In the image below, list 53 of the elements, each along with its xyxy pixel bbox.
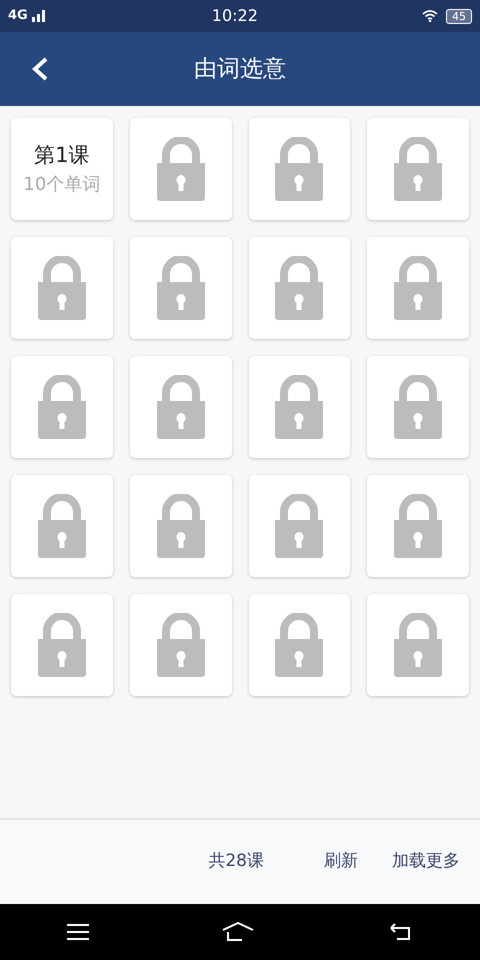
signal-icon	[32, 10, 48, 22]
padlock-icon	[392, 137, 444, 201]
locked-tile[interactable]	[248, 356, 350, 458]
locked-tile[interactable]	[248, 237, 350, 339]
locked-tile[interactable]	[248, 594, 350, 696]
locked-tile[interactable]	[130, 475, 232, 577]
padlock-icon	[36, 613, 88, 677]
padlock-icon	[392, 494, 444, 558]
locked-tile[interactable]	[367, 237, 469, 339]
locked-tile[interactable]	[130, 594, 232, 696]
refresh-button[interactable]: 刷新	[324, 849, 358, 875]
padlock-icon	[273, 256, 326, 320]
padlock-icon	[154, 494, 207, 558]
padlock-icon	[154, 375, 207, 439]
locked-tile[interactable]	[248, 118, 350, 220]
home-icon[interactable]	[222, 922, 254, 942]
locked-tile[interactable]	[11, 237, 113, 339]
wifi-icon	[422, 10, 438, 22]
locked-tile[interactable]	[367, 118, 469, 220]
padlock-icon	[36, 494, 88, 558]
network-label: 4G	[8, 7, 28, 26]
word-count: 10个单词	[23, 173, 100, 198]
locked-tile[interactable]	[130, 356, 232, 458]
padlock-icon	[392, 375, 444, 439]
locked-tile[interactable]	[11, 594, 113, 696]
padlock-icon	[273, 613, 326, 677]
padlock-icon	[154, 613, 207, 677]
locked-tile[interactable]	[367, 594, 469, 696]
padlock-icon	[273, 494, 326, 558]
lesson-title: 第1课	[34, 142, 90, 169]
back-icon	[31, 56, 49, 82]
page-title: 由词选意	[194, 54, 286, 84]
clock: 10:22	[212, 5, 258, 27]
padlock-icon	[273, 375, 326, 439]
lesson-tile[interactable]: 第1课 10个单词	[11, 118, 113, 220]
locked-tile[interactable]	[248, 475, 350, 577]
locked-tile[interactable]	[130, 237, 232, 339]
locked-tile[interactable]	[11, 356, 113, 458]
padlock-icon	[154, 137, 207, 201]
padlock-icon	[392, 256, 444, 320]
locked-tile[interactable]	[130, 118, 232, 220]
locked-tile[interactable]	[11, 475, 113, 577]
padlock-icon	[392, 613, 444, 677]
menu-icon[interactable]	[66, 923, 89, 941]
locked-tile[interactable]	[367, 475, 469, 577]
locked-tile[interactable]	[367, 356, 469, 458]
padlock-icon	[36, 256, 88, 320]
padlock-icon	[273, 137, 326, 201]
padlock-icon	[154, 256, 207, 320]
load-more-button[interactable]: 加载更多	[392, 849, 460, 875]
lesson-count: 共28课	[208, 850, 264, 874]
padlock-icon	[36, 375, 88, 439]
battery-indicator: 45	[446, 8, 472, 24]
